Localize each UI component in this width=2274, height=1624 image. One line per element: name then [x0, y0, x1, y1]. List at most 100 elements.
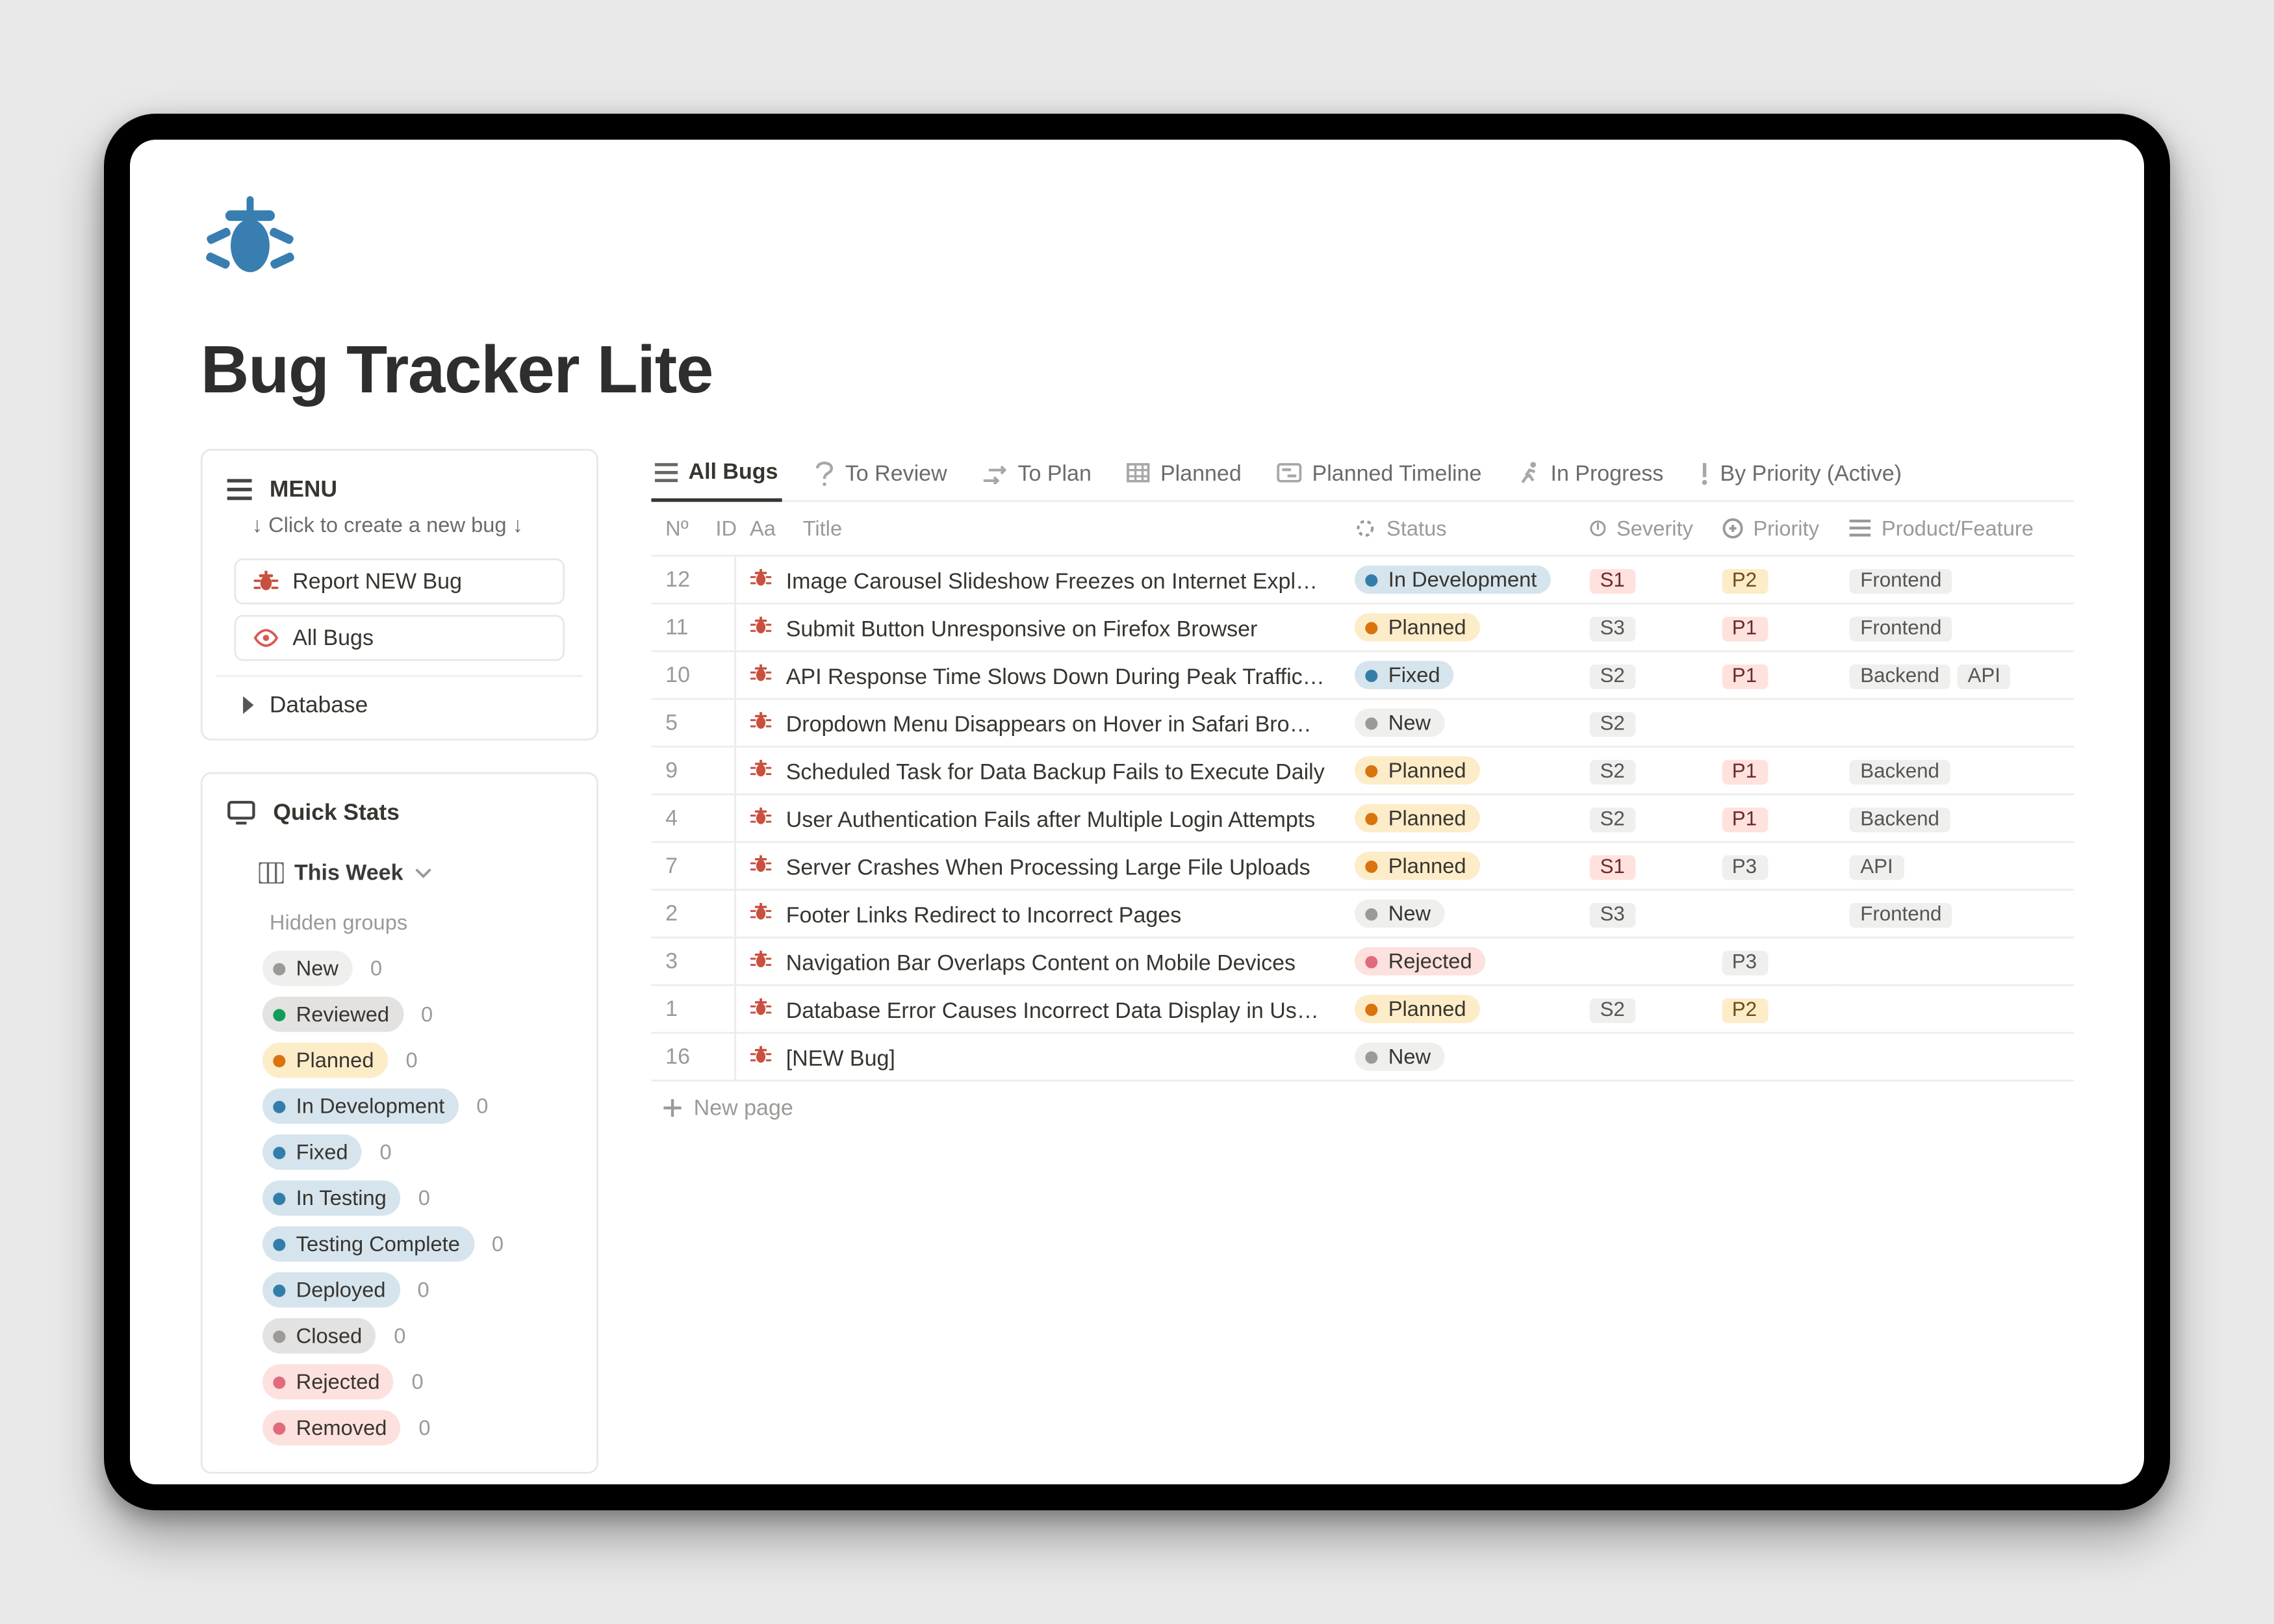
- new-page-button[interactable]: New page: [651, 1082, 2074, 1135]
- cell-priority: [1707, 1033, 1835, 1080]
- cell-id: 4: [651, 794, 735, 842]
- table-row[interactable]: 9Scheduled Task for Data Backup Fails to…: [651, 746, 2074, 794]
- status-pill-label: Deployed: [296, 1274, 386, 1306]
- severity-badge: S3: [1589, 616, 1635, 641]
- tab-label: By Priority (Active): [1720, 461, 1902, 485]
- cell-id: 3: [651, 937, 735, 985]
- cell-priority: P1: [1707, 794, 1835, 842]
- status-group-row[interactable]: Testing Complete0: [262, 1221, 572, 1267]
- tab-planned-timeline[interactable]: Planned Timeline: [1273, 450, 1485, 499]
- cell-title[interactable]: API Response Time Slows Down During Peak…: [735, 651, 1340, 698]
- table-row[interactable]: 10API Response Time Slows Down During Pe…: [651, 651, 2074, 698]
- tab-label: To Plan: [1017, 461, 1091, 485]
- cell-priority: P2: [1707, 985, 1835, 1033]
- col-severity[interactable]: Severity: [1575, 502, 1707, 556]
- cell-title[interactable]: Server Crashes When Processing Large Fil…: [735, 842, 1340, 889]
- priority-badge: P1: [1721, 663, 1767, 688]
- menu-heading: MENU: [216, 468, 582, 513]
- cell-title[interactable]: Database Error Causes Incorrect Data Dis…: [735, 985, 1340, 1033]
- status-group-row[interactable]: Removed0: [262, 1405, 572, 1451]
- status-chip: Planned: [1355, 804, 1480, 833]
- all-bugs-button[interactable]: All Bugs: [234, 615, 565, 661]
- cell-product: [1835, 1033, 2074, 1080]
- status-group-row[interactable]: Rejected0: [262, 1359, 572, 1405]
- table-row[interactable]: 12Image Carousel Slideshow Freezes on In…: [651, 556, 2074, 603]
- tab-all-bugs[interactable]: All Bugs: [651, 449, 781, 502]
- status-group-row[interactable]: Closed0: [262, 1313, 572, 1359]
- tab-to-plan[interactable]: To Plan: [979, 450, 1095, 499]
- id-prefix: Nº: [665, 516, 689, 540]
- severity-badge: S3: [1589, 902, 1635, 927]
- col-priority[interactable]: Priority: [1707, 502, 1835, 556]
- status-group-row[interactable]: New0: [262, 945, 572, 991]
- status-group-row[interactable]: Fixed0: [262, 1129, 572, 1175]
- cell-product: BackendAPI: [1835, 651, 2074, 698]
- tab-to-review[interactable]: To Review: [810, 450, 951, 499]
- product-tag: API: [1957, 663, 2011, 688]
- cell-product: Frontend: [1835, 556, 2074, 603]
- database-toggle[interactable]: Database: [216, 675, 582, 739]
- table-row[interactable]: 2Footer Links Redirect to Incorrect Page…: [651, 890, 2074, 937]
- plan-icon: [982, 462, 1007, 483]
- status-pill: Rejected: [262, 1364, 394, 1399]
- cell-severity: S2: [1575, 746, 1707, 794]
- status-count: 0: [418, 1278, 429, 1302]
- col-title[interactable]: Aa Title: [735, 502, 1340, 556]
- status-group-row[interactable]: In Development0: [262, 1083, 572, 1129]
- this-week-toggle[interactable]: This Week: [216, 850, 582, 903]
- status-chip: Planned: [1355, 852, 1480, 880]
- cell-title[interactable]: Submit Button Unresponsive on Firefox Br…: [735, 603, 1340, 651]
- table-row[interactable]: 11Submit Button Unresponsive on Firefox …: [651, 603, 2074, 651]
- chevron-down-icon: [414, 866, 431, 880]
- status-dot-icon: [273, 1330, 285, 1342]
- cell-title[interactable]: Dropdown Menu Disappears on Hover in Saf…: [735, 699, 1340, 746]
- status-pill-label: Rejected: [296, 1366, 380, 1398]
- bug-icon: [750, 900, 775, 927]
- col-product[interactable]: Product/Feature: [1835, 502, 2074, 556]
- status-dot-icon: [273, 1100, 285, 1112]
- tab-in-progress[interactable]: In Progress: [1513, 450, 1667, 499]
- priority-badge: P1: [1721, 616, 1767, 641]
- cell-title[interactable]: User Authentication Fails after Multiple…: [735, 794, 1340, 842]
- tab-label: Planned: [1160, 461, 1242, 485]
- cell-priority: P1: [1707, 651, 1835, 698]
- table-row[interactable]: 5Dropdown Menu Disappears on Hover in Sa…: [651, 699, 2074, 746]
- status-chip: New: [1355, 709, 1445, 737]
- all-bugs-label: All Bugs: [292, 626, 374, 650]
- status-pill-label: Fixed: [296, 1136, 348, 1168]
- database-label: Database: [270, 691, 368, 718]
- table-row[interactable]: 16[NEW Bug]New: [651, 1033, 2074, 1080]
- status-pill: Removed: [262, 1410, 401, 1445]
- cell-title[interactable]: Scheduled Task for Data Backup Fails to …: [735, 746, 1340, 794]
- col-id[interactable]: Nº ID: [651, 502, 735, 556]
- bugs-table: Nº ID Aa Title Status Severity Priority …: [651, 502, 2074, 1082]
- table-row[interactable]: 3Navigation Bar Overlaps Content on Mobi…: [651, 937, 2074, 985]
- cell-title[interactable]: Image Carousel Slideshow Freezes on Inte…: [735, 556, 1340, 603]
- runner-icon: [1517, 461, 1540, 484]
- status-group-row[interactable]: Deployed 0: [262, 1267, 572, 1313]
- table-row[interactable]: 1Database Error Causes Incorrect Data Di…: [651, 985, 2074, 1033]
- status-pill: Deployed: [262, 1273, 400, 1308]
- status-group-row[interactable]: Reviewed0: [262, 991, 572, 1037]
- tab-planned[interactable]: Planned: [1123, 450, 1245, 499]
- exclaim-icon: [1699, 461, 1709, 485]
- status-pill-label: Removed: [296, 1412, 387, 1443]
- table-row[interactable]: 4User Authentication Fails after Multipl…: [651, 794, 2074, 842]
- status-dot-icon: [273, 1237, 285, 1250]
- col-status[interactable]: Status: [1340, 502, 1575, 556]
- cell-title[interactable]: Footer Links Redirect to Incorrect Pages: [735, 890, 1340, 937]
- cell-title[interactable]: [NEW Bug]: [735, 1033, 1340, 1080]
- tab-by-priority-active[interactable]: By Priority (Active): [1695, 450, 1905, 499]
- cell-title[interactable]: Navigation Bar Overlaps Content on Mobil…: [735, 937, 1340, 985]
- priority-badge: P1: [1721, 807, 1767, 831]
- status-group-row[interactable]: Planned0: [262, 1037, 572, 1084]
- menu-heading-label: MENU: [270, 476, 337, 502]
- status-group-row[interactable]: In Testing0: [262, 1175, 572, 1221]
- cell-severity: S1: [1575, 842, 1707, 889]
- cell-id: 11: [651, 603, 735, 651]
- cell-product: Backend: [1835, 746, 2074, 794]
- monitor-icon: [227, 800, 256, 824]
- table-row[interactable]: 7Server Crashes When Processing Large Fi…: [651, 842, 2074, 889]
- report-bug-button[interactable]: Report NEW Bug: [234, 559, 565, 605]
- priority-badge: P1: [1721, 759, 1767, 783]
